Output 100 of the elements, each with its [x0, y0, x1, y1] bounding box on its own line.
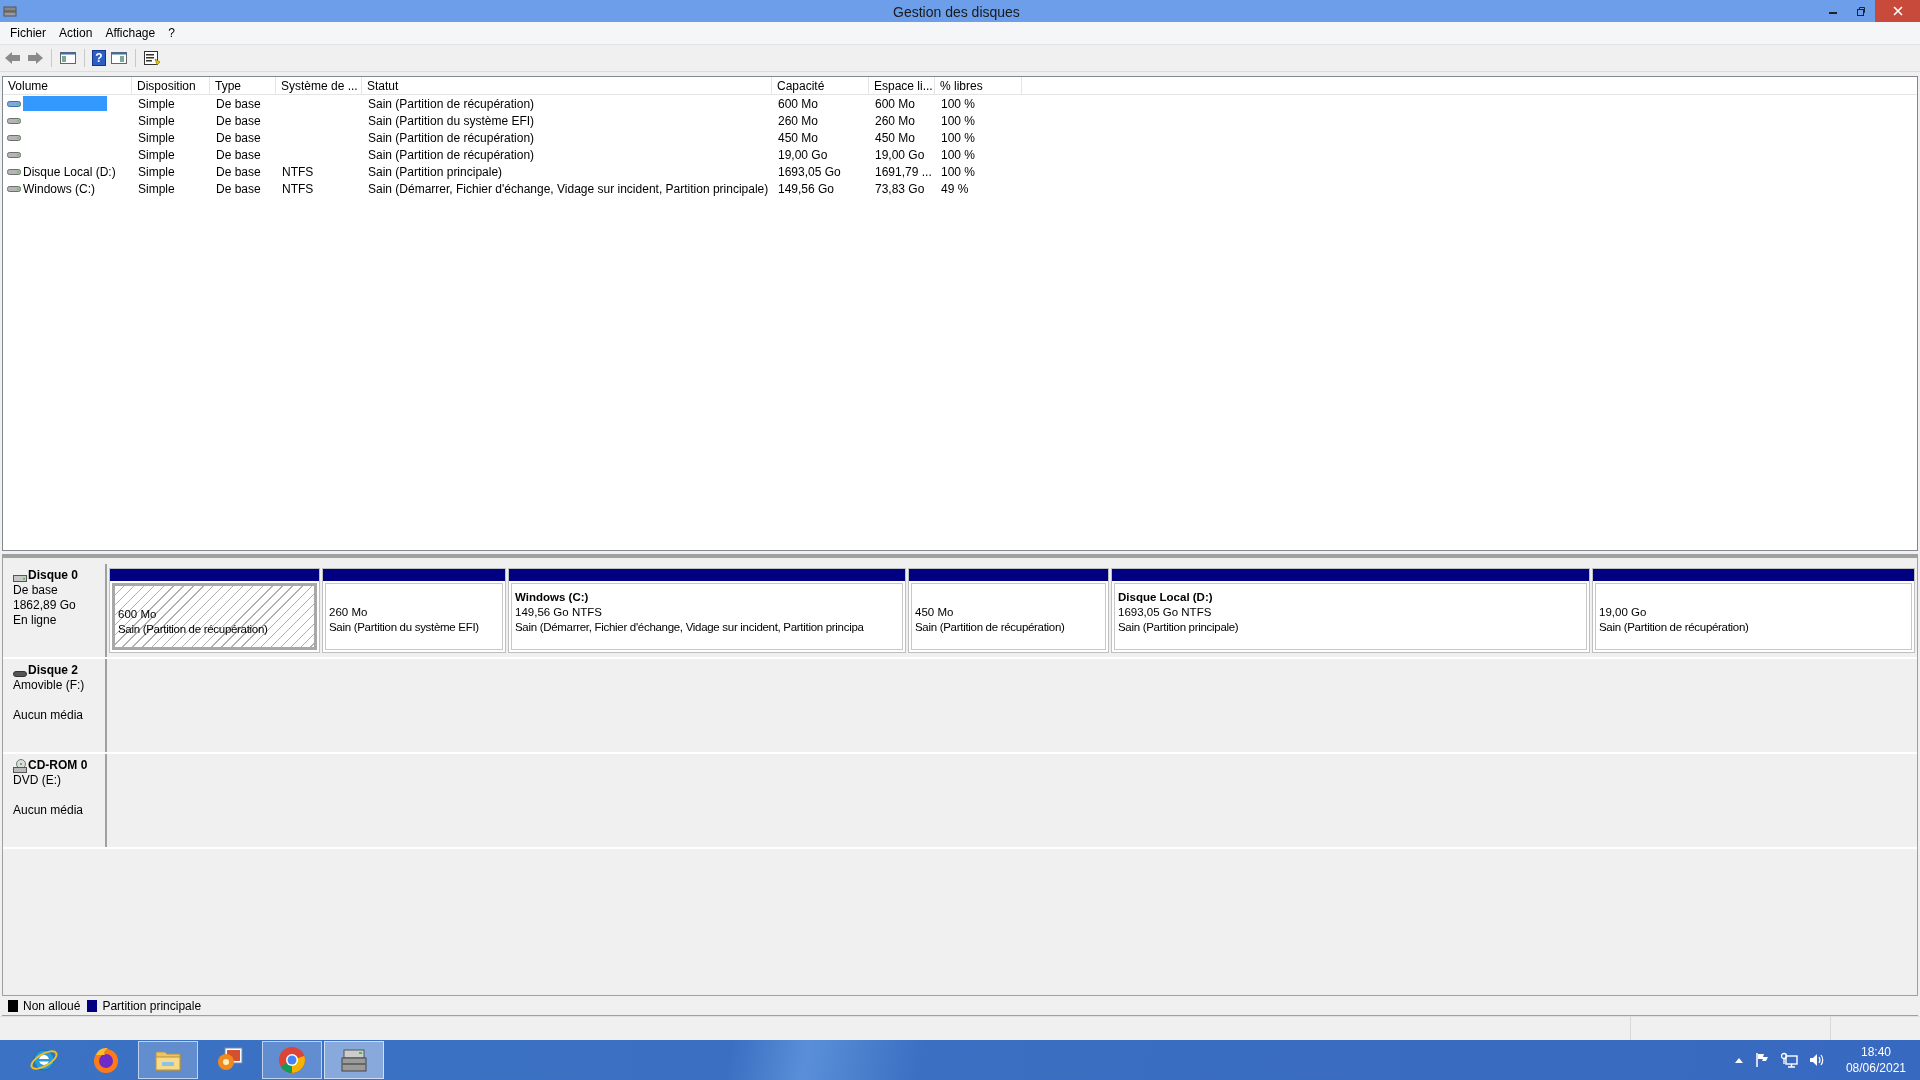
disk-name[interactable]: Disque 2: [28, 663, 78, 678]
column-header[interactable]: Système de ...: [276, 77, 362, 94]
table-cell-text: 1693,05 Go: [778, 163, 841, 181]
caret-up-icon[interactable]: [1733, 1056, 1744, 1064]
table-cell-text: 450 Mo: [778, 129, 819, 147]
table-cell-text: De base: [216, 146, 261, 164]
table-cell-text: 600 Mo: [875, 95, 916, 113]
partition-block[interactable]: 260 Mo Sain (Partition du système EFI): [322, 568, 506, 653]
disk-name[interactable]: Disque 0: [28, 568, 78, 583]
drive-icon: [7, 116, 21, 125]
disk-type: DVD (E:): [13, 773, 62, 788]
disk-type: Amovible (F:): [13, 678, 86, 693]
legend-label: Partition principale: [102, 997, 202, 1015]
table-cell-text: 100 %: [941, 112, 976, 130]
disk-type: De base: [13, 583, 59, 598]
table-cell-text: Simple: [138, 129, 175, 147]
table-cell-text: 100 %: [941, 95, 976, 113]
partition-name: Windows (C:): [515, 590, 590, 605]
window-title: Gestion des disques: [893, 3, 1020, 22]
table-cell-text: De base: [216, 129, 261, 147]
volume-name[interactable]: Disque Local (D:): [23, 162, 116, 181]
column-header[interactable]: Volume: [3, 77, 132, 94]
disk-status: En ligne: [13, 613, 58, 628]
table-cell-text: Simple: [138, 163, 175, 181]
table-cell-text: Simple: [138, 180, 175, 198]
column-header[interactable]: Disposition: [132, 77, 210, 94]
table-cell-text: 49 %: [941, 180, 969, 198]
table-cell-text: 600 Mo: [778, 95, 819, 113]
clock-time[interactable]: 18:40: [1860, 1044, 1891, 1060]
forward-arrow-icon[interactable]: [26, 50, 44, 66]
network-icon[interactable]: [1779, 1052, 1798, 1068]
restore-icon[interactable]: [1856, 6, 1866, 16]
taskbar-button[interactable]: [262, 1041, 322, 1079]
partition-block[interactable]: 19,00 Go Sain (Partition de récupération): [1592, 568, 1915, 653]
column-header[interactable]: Type: [210, 77, 276, 94]
column-header[interactable]: Statut: [362, 77, 772, 94]
clock-date[interactable]: 08/06/2021: [1845, 1060, 1906, 1076]
menu-item[interactable]: Affichage: [99, 24, 162, 42]
drive-icon: [7, 99, 21, 108]
volume-name[interactable]: Windows (C:): [23, 179, 95, 198]
partition-status: Sain (Partition de récupération): [915, 620, 1066, 635]
menu-item[interactable]: Fichier: [4, 24, 52, 42]
table-cell-text: De base: [216, 180, 261, 198]
disk-status: Aucun média: [13, 708, 85, 723]
table-cell-text: De base: [216, 112, 261, 130]
legend-label: Non alloué: [23, 997, 81, 1015]
partition-size: 450 Mo: [915, 605, 955, 620]
column-header[interactable]: Espace li...: [869, 77, 935, 94]
partition-size: 1693,05 Go NTFS: [1118, 605, 1213, 620]
drive-icon: [7, 133, 21, 142]
table-cell-text: 260 Mo: [778, 112, 819, 130]
taskbar-button[interactable]: [324, 1041, 384, 1079]
disk-name[interactable]: CD-ROM 0: [28, 758, 88, 773]
drive-icon: [7, 167, 21, 176]
disk-size: 1862,89 Go: [13, 598, 77, 613]
table-cell-text: 1691,79 ...: [875, 163, 932, 181]
optical-drive-icon: [13, 759, 27, 773]
table-cell-text: Sain (Partition de récupération): [368, 146, 535, 164]
properties-icon[interactable]: [143, 50, 161, 66]
help-icon[interactable]: ?: [92, 50, 106, 66]
menu-item[interactable]: ?: [162, 24, 181, 42]
table-cell-text: Simple: [138, 95, 175, 113]
partition-block[interactable]: 600 Mo Sain (Partition de récupération): [109, 568, 320, 653]
removable-drive-icon: [13, 670, 27, 678]
table-cell-text: 100 %: [941, 129, 976, 147]
table-cell-text: 73,83 Go: [875, 180, 925, 198]
column-header[interactable]: % libres: [935, 77, 1022, 94]
column-header[interactable]: Capacité: [772, 77, 869, 94]
table-cell-text: 100 %: [941, 146, 976, 164]
speaker-icon[interactable]: [1807, 1052, 1826, 1068]
partition-size: 149,56 Go NTFS: [515, 605, 603, 620]
disk-status: Aucun média: [13, 803, 85, 818]
back-arrow-icon[interactable]: [4, 50, 22, 66]
browser-icon: [91, 1045, 121, 1075]
table-cell-text: 260 Mo: [875, 112, 916, 130]
table-cell-text: 19,00 Go: [778, 146, 828, 164]
partition-name: Disque Local (D:): [1118, 590, 1214, 605]
drive-icon: [7, 184, 21, 193]
partition-size: 600 Mo: [118, 607, 158, 622]
partition-block[interactable]: Disque Local (D:) 1693,05 Go NTFS Sain (Partition principale): [1111, 568, 1590, 653]
partition-size: 260 Mo: [329, 605, 369, 620]
partition-block[interactable]: Windows (C:) 149,56 Go NTFS Sain (Démarrer, Fichier d'échange, Vidage sur incident, Partition principa: [508, 568, 906, 653]
drive-icon: [7, 150, 21, 159]
panel-icon[interactable]: [110, 50, 128, 66]
table-cell-text: Sain (Partition principale): [368, 163, 503, 181]
panel-icon[interactable]: [59, 50, 77, 66]
partition-status: Sain (Partition principale): [1118, 620, 1240, 635]
table-cell-text: De base: [216, 163, 261, 181]
table-cell-text: 19,00 Go: [875, 146, 925, 164]
close-button[interactable]: [1875, 0, 1920, 22]
table-cell-text: Sain (Partition de récupération): [368, 95, 535, 113]
partition-block[interactable]: 450 Mo Sain (Partition de récupération): [908, 568, 1109, 653]
table-cell-text: NTFS: [282, 180, 314, 198]
menu-item[interactable]: Action: [53, 24, 99, 42]
table-cell-text: Sain (Démarrer, Fichier d'échange, Vidage sur incident, Partition principale): [368, 180, 769, 198]
flag-icon[interactable]: [1753, 1052, 1770, 1068]
table-cell-text: Simple: [138, 146, 175, 164]
taskbar-button[interactable]: [138, 1041, 198, 1079]
hard-drive-icon: [13, 573, 27, 583]
partition-status: Sain (Démarrer, Fichier d'échange, Vidage sur incident, Partition principa: [515, 620, 865, 635]
